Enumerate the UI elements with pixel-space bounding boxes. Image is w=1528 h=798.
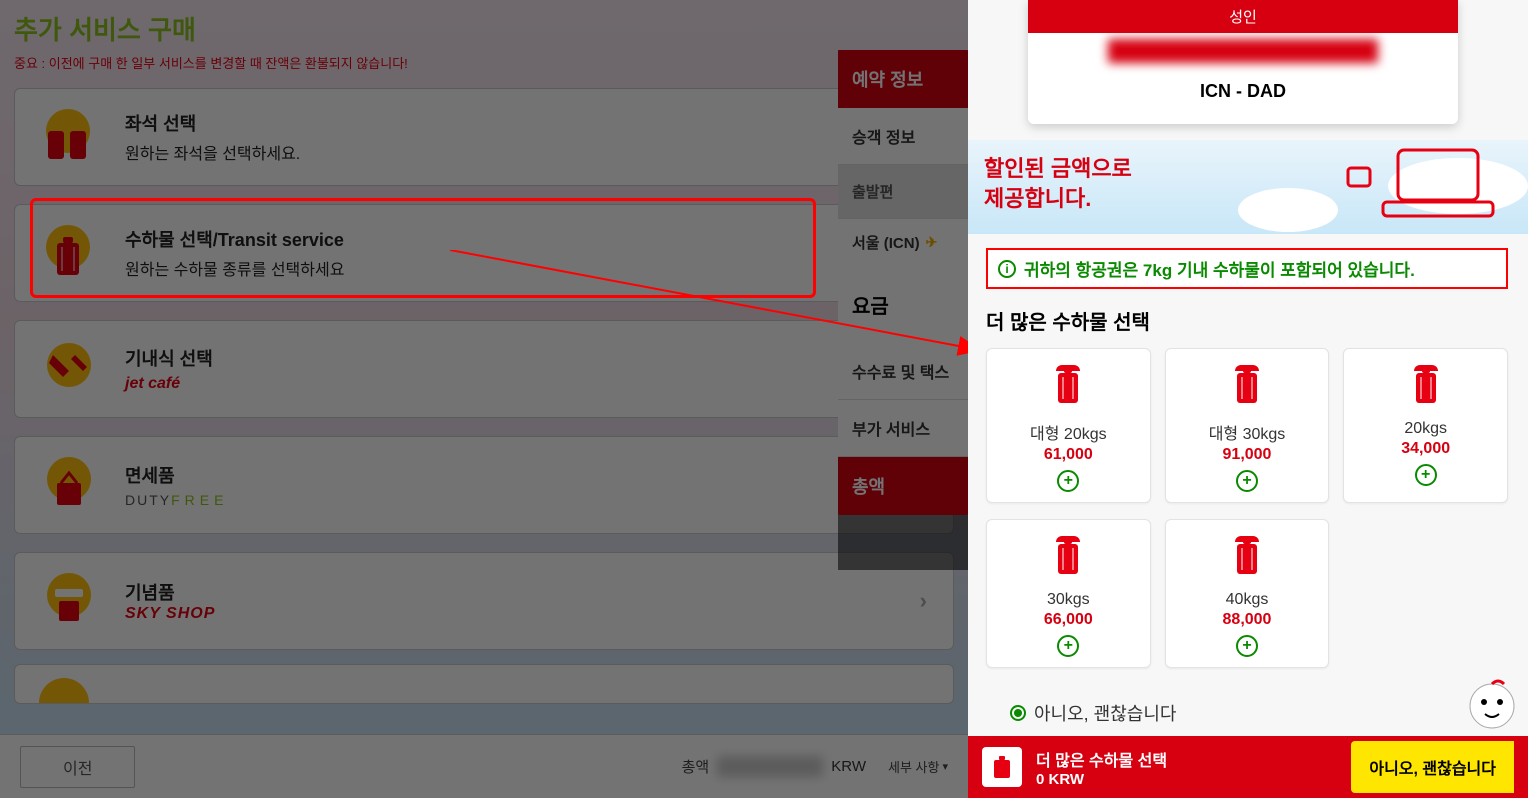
- mascot-icon: [1462, 672, 1522, 732]
- dutyfree-suffix: FREE: [171, 492, 228, 508]
- service-seat[interactable]: 좌석 선택 원하는 좌석을 선택하세요. ›: [14, 88, 954, 186]
- add-icon[interactable]: +: [1057, 635, 1079, 657]
- service-meal-title: 기내식 선택: [125, 345, 920, 371]
- no-thanks-radio[interactable]: 아니오, 괜찮습니다: [1010, 700, 1176, 726]
- service-dutyfree-title: 면세품: [125, 462, 920, 488]
- page-title: 추가 서비스 구매: [14, 10, 954, 47]
- passenger-name-hidden: [1108, 39, 1378, 63]
- baggage-price: 91,000: [1174, 446, 1321, 464]
- total-amount-hidden: 000000: [717, 756, 823, 777]
- meal-icon: [33, 339, 103, 399]
- total-label: 총액: [682, 756, 710, 777]
- service-baggage-title: 수하물 선택/Transit service: [125, 226, 920, 252]
- promo-line2: 제공합니다.: [984, 184, 1132, 214]
- footer-amount: 0 KRW: [1036, 771, 1167, 788]
- baggage-price: 66,000: [995, 611, 1142, 629]
- dutyfree-icon: [33, 455, 103, 515]
- addon-content: 추가 서비스 구매 중요 : 이전에 구매 한 일부 서비스를 변경할 때 잔액…: [0, 0, 968, 704]
- baggage-option[interactable]: 대형 30kgs 91,000 +: [1165, 348, 1330, 503]
- service-souvenir-title: 기념품: [125, 579, 920, 605]
- radio-icon: [1010, 705, 1026, 721]
- baggage-grid: 대형 20kgs 61,000 + 대형 30kgs 91,000 +20kgs 34,00…: [986, 348, 1508, 668]
- more-baggage-title: 더 많은 수하물 선택: [986, 306, 1150, 335]
- caret-down-icon: ▾: [942, 760, 948, 773]
- baggage-option[interactable]: 30kgs 66,000 +: [986, 519, 1151, 668]
- bottom-bar: 이전 총액 000000 KRW 세부 사항▾: [0, 734, 968, 798]
- service-more-peek: [14, 664, 954, 704]
- promo-illustration: [1228, 140, 1528, 234]
- suitcase-icon: [1227, 363, 1267, 407]
- add-icon[interactable]: +: [1057, 470, 1079, 492]
- baggage-option[interactable]: 대형 20kgs 61,000 +: [986, 348, 1151, 503]
- footer-title: 더 많은 수하물 선택: [1036, 747, 1167, 771]
- suitcase-icon: [1406, 363, 1446, 407]
- passenger-route: ICN - DAD: [1028, 69, 1458, 116]
- addon-purchase-panel: 추가 서비스 구매 중요 : 이전에 구매 한 일부 서비스를 변경할 때 잔액…: [0, 0, 968, 798]
- baggage-price: 34,000: [1352, 440, 1499, 458]
- info-icon: i: [998, 260, 1016, 278]
- service-seat-sub: 원하는 좌석을 선택하세요.: [125, 140, 920, 164]
- promo-line1: 할인된 금액으로: [984, 154, 1132, 184]
- detail-toggle[interactable]: 세부 사항▾: [888, 757, 948, 776]
- service-meal[interactable]: 기내식 선택 jet café ›: [14, 320, 954, 418]
- baggage-footer: 더 많은 수하물 선택 0 KRW 아니오, 괜찮습니다: [968, 736, 1528, 798]
- booking-sidebar: 예약 정보 승객 정보 출발편 서울 (ICN) ✈ 요금 수수료 및 택스 부…: [838, 50, 968, 570]
- service-baggage[interactable]: 수하물 선택/Transit service 원하는 수하물 종류를 선택하세요…: [14, 204, 954, 302]
- suitcase-icon: [1048, 363, 1088, 407]
- souvenir-icon: [33, 571, 103, 631]
- carryon-notice: i 귀하의 항공권은 7kg 기내 수하물이 포함되어 있습니다.: [986, 248, 1508, 289]
- suitcase-icon: [1227, 534, 1267, 578]
- suitcase-icon: [1048, 534, 1088, 578]
- service-meal-sub: jet café: [125, 375, 920, 393]
- baggage-price: 88,000: [1174, 611, 1321, 629]
- service-dutyfree[interactable]: 면세품 DUTYFREE ›: [14, 436, 954, 534]
- footer-no-thanks-button[interactable]: 아니오, 괜찮습니다: [1351, 741, 1514, 793]
- promo-banner: 할인된 금액으로 제공합니다.: [968, 140, 1528, 234]
- page-warning: 중요 : 이전에 구매 한 일부 서비스를 변경할 때 잔액은 환불되지 않습니…: [14, 53, 954, 72]
- no-thanks-label: 아니오, 괜찮습니다: [1034, 700, 1176, 726]
- service-souvenir-sub: SKY SHOP: [125, 605, 920, 623]
- service-baggage-sub: 원하는 수하물 종류를 선택하세요: [125, 256, 920, 280]
- service-dutyfree-sub: DUTYFREE: [125, 492, 920, 508]
- baggage-label: 대형 20kgs: [995, 420, 1142, 444]
- baggage-label: 20kgs: [1352, 420, 1499, 438]
- baggage-label: 대형 30kgs: [1174, 420, 1321, 444]
- dutyfree-prefix: DUTY: [125, 492, 171, 508]
- passenger-type: 성인: [1028, 0, 1458, 33]
- baggage-label: 40kgs: [1174, 591, 1321, 609]
- notice-text: 귀하의 항공권은 7kg 기내 수하물이 포함되어 있습니다.: [1024, 256, 1415, 281]
- baggage-label: 30kgs: [995, 591, 1142, 609]
- baggage-option[interactable]: 20kgs 34,000 +: [1343, 348, 1508, 503]
- passenger-card: 성인 ICN - DAD: [1028, 0, 1458, 124]
- seat-icon: [33, 107, 103, 167]
- service-seat-title: 좌석 선택: [125, 110, 920, 136]
- prev-button[interactable]: 이전: [20, 746, 135, 788]
- service-souvenir[interactable]: 기념품 SKY SHOP ›: [14, 552, 954, 650]
- total-currency: KRW: [831, 758, 866, 775]
- baggage-panel: 성인 ICN - DAD 할인된 금액으로 제공합니다. i 귀하의 항공권은 …: [968, 0, 1528, 798]
- baggage-icon: [33, 223, 103, 283]
- baggage-price: 61,000: [995, 446, 1142, 464]
- add-icon[interactable]: +: [1236, 635, 1258, 657]
- footer-suitcase-icon: [982, 747, 1022, 787]
- add-icon[interactable]: +: [1415, 464, 1437, 486]
- baggage-option[interactable]: 40kgs 88,000 +: [1165, 519, 1330, 668]
- add-icon[interactable]: +: [1236, 470, 1258, 492]
- chevron-right-icon: ›: [920, 588, 927, 614]
